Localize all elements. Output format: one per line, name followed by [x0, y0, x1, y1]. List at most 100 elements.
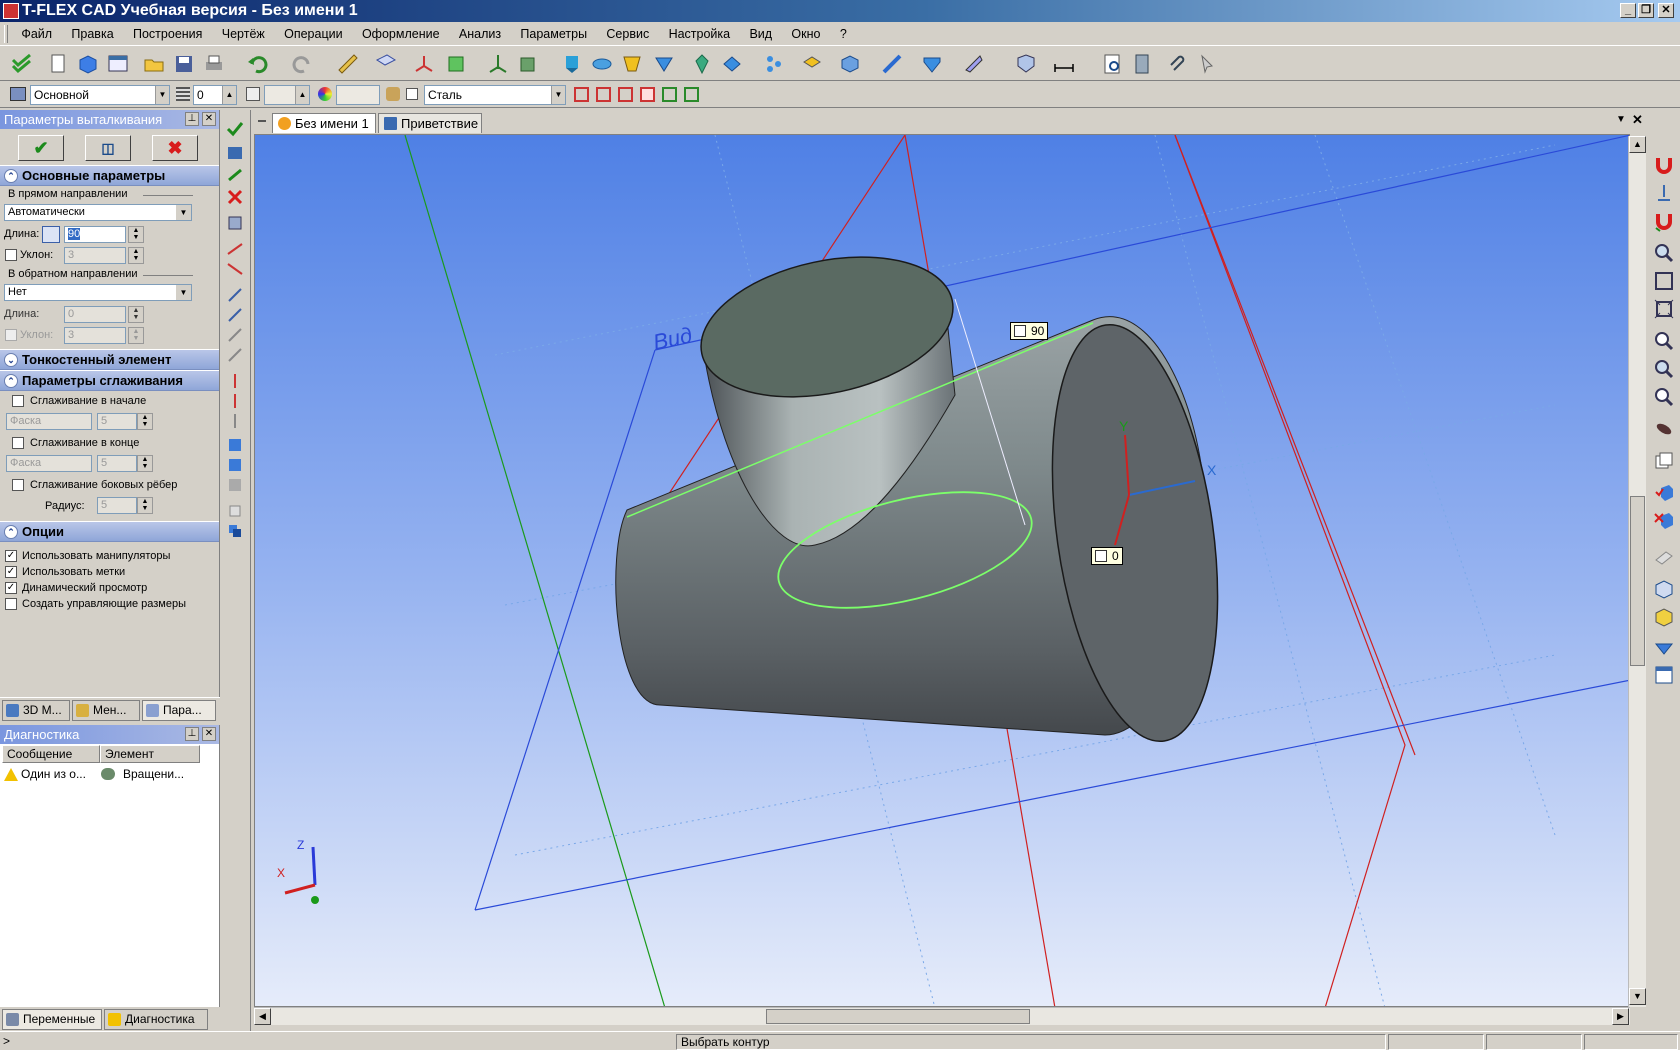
radius-spin[interactable]: ▲ ▼ — [137, 497, 153, 514]
array-icon[interactable] — [762, 52, 786, 76]
chevron-down-icon[interactable]: ▼ — [176, 205, 191, 220]
section-smoothing[interactable]: ⌃ Параметры сглаживания — [0, 370, 219, 391]
section-thin-wall[interactable]: ⌄ Тонкостенный элемент — [0, 349, 219, 370]
snap-magnet-icon[interactable] — [1653, 154, 1675, 176]
zoom-window-icon[interactable] — [1653, 242, 1675, 264]
axis-icon[interactable] — [486, 52, 510, 76]
3d-viewport[interactable]: Вид X Y Z X 90 0 — [254, 134, 1630, 1007]
close-button[interactable]: ✕ — [1658, 3, 1674, 18]
tab-variables[interactable]: Переменные — [2, 1009, 102, 1030]
pin-icon[interactable]: ⊥ — [185, 727, 199, 741]
minimize-button[interactable]: _ — [1620, 3, 1636, 18]
backward-length-label-tag[interactable]: 0 — [1091, 547, 1123, 565]
snap-settings-icon[interactable] — [1653, 182, 1675, 204]
close-icon[interactable]: ✕ — [202, 727, 216, 741]
profile-icon[interactable] — [444, 52, 468, 76]
smooth-start-checkbox[interactable] — [12, 395, 24, 407]
tab-menu[interactable]: Мен... — [72, 700, 140, 721]
menu-help[interactable]: ? — [832, 22, 855, 46]
zoom-icon[interactable] — [1653, 330, 1675, 352]
tab-welcome[interactable]: Приветствие — [378, 113, 482, 133]
smooth-edges-checkbox[interactable] — [12, 479, 24, 491]
smooth-start-value-input[interactable]: 5 — [97, 413, 137, 430]
filter-loops-icon[interactable] — [662, 87, 677, 102]
view-icon[interactable] — [226, 214, 244, 232]
smooth-start-spin[interactable]: ▲ ▼ — [137, 413, 153, 430]
vertical-scroll-thumb[interactable] — [1630, 496, 1645, 666]
priority-icon[interactable] — [246, 87, 260, 101]
window-view-icon[interactable] — [1653, 664, 1675, 686]
tab-diagnostics[interactable]: Диагностика — [104, 1009, 208, 1030]
zoom-previous-icon[interactable] — [1653, 386, 1675, 408]
collapse-icon[interactable]: ⌃ — [4, 169, 18, 183]
tab-parameters[interactable]: Пара... — [142, 700, 216, 721]
material-select[interactable]: Сталь ▼ — [424, 85, 566, 105]
blend-icon[interactable] — [920, 52, 944, 76]
menu-parameters[interactable]: Параметры — [512, 22, 595, 46]
horizontal-scrollbar[interactable]: ◀ ▶ — [254, 1007, 1630, 1025]
ok-button[interactable]: ✔ — [18, 135, 64, 161]
vector-edge-icon[interactable] — [226, 326, 244, 344]
scroll-left-icon[interactable]: ◀ — [254, 1008, 271, 1025]
smooth-end-spin[interactable]: ▲ ▼ — [137, 455, 153, 472]
filter-faces-icon[interactable] — [618, 87, 633, 102]
section-options[interactable]: ⌃ Опции — [0, 521, 219, 542]
expand-icon[interactable]: ⌄ — [4, 353, 18, 367]
forward-length-label-tag[interactable]: 90 — [1010, 322, 1049, 340]
undo-icon[interactable] — [246, 52, 270, 76]
chevron-down-icon[interactable]: ▼ — [155, 86, 169, 104]
boolean-add-icon[interactable] — [226, 436, 244, 454]
diagnostic-row[interactable]: Один из о... Вращени... — [4, 767, 214, 783]
save-icon[interactable] — [172, 52, 196, 76]
opt-labels-checkbox[interactable]: ✓ — [5, 566, 17, 578]
direction-forward-icon[interactable] — [226, 240, 244, 258]
level-spin[interactable]: ▲ — [222, 86, 236, 104]
direction-reverse-icon[interactable] — [226, 260, 244, 278]
length-to-face-icon[interactable] — [226, 392, 244, 410]
level-field[interactable]: 0 ▲ — [193, 85, 237, 105]
fit-selected-icon[interactable] — [1653, 298, 1675, 320]
workplane-icon[interactable] — [374, 52, 398, 76]
shaded-icon[interactable] — [1653, 482, 1675, 504]
confirm-icon[interactable] — [226, 120, 244, 138]
priority-field[interactable]: ▲ — [264, 85, 310, 105]
boolean-subtract-icon[interactable] — [226, 456, 244, 474]
color-icon[interactable] — [318, 87, 332, 101]
measure-icon[interactable] — [336, 52, 360, 76]
new-body-icon[interactable] — [226, 502, 244, 520]
zoom-in-icon[interactable] — [1653, 358, 1675, 380]
tabs-dropdown-icon[interactable]: ▼ — [1616, 114, 1626, 125]
smooth-end-checkbox[interactable] — [12, 437, 24, 449]
scroll-right-icon[interactable]: ▶ — [1612, 1008, 1629, 1025]
menu-window[interactable]: Окно — [783, 22, 828, 46]
smooth-end-type[interactable]: Фаска — [6, 455, 92, 472]
boolean-icon[interactable] — [800, 52, 824, 76]
forward-slope-input[interactable]: 3 — [64, 247, 126, 264]
body-icon[interactable] — [720, 52, 744, 76]
length-through-icon[interactable] — [226, 412, 244, 430]
opt-preview-checkbox[interactable]: ✓ — [5, 582, 17, 594]
filter-edges-icon[interactable] — [596, 87, 611, 102]
body-view-icon[interactable] — [1653, 636, 1675, 658]
tab-3d-model[interactable]: 3D М... — [2, 700, 70, 721]
menu-settings[interactable]: Настройка — [661, 22, 739, 46]
forward-length-spin[interactable]: ▲ ▼ — [128, 226, 144, 243]
color-field[interactable] — [336, 85, 380, 105]
filter-vertices-icon[interactable] — [684, 87, 699, 102]
layer-select[interactable]: Основной ▼ — [30, 85, 170, 105]
close-icon[interactable]: ✕ — [202, 112, 216, 126]
section-main-params[interactable]: ⌃ Основные параметры — [0, 165, 219, 186]
chevron-down-icon[interactable]: ▼ — [551, 86, 565, 104]
vector-face-icon[interactable] — [226, 346, 244, 364]
menu-construct[interactable]: Построения — [125, 22, 210, 46]
shell-icon[interactable] — [838, 52, 862, 76]
scene[interactable]: Вид X Y Z X — [255, 135, 1630, 1007]
menu-view[interactable]: Вид — [741, 22, 780, 46]
cancel-icon[interactable] — [226, 188, 244, 206]
close-document-icon[interactable]: ✕ — [1632, 112, 1643, 128]
extrude-icon[interactable] — [560, 52, 584, 76]
calculator-icon[interactable] — [1130, 52, 1154, 76]
rotate-view-icon[interactable] — [1653, 418, 1675, 440]
redo-icon[interactable] — [290, 52, 314, 76]
opt-dimensions-checkbox[interactable] — [5, 598, 17, 610]
